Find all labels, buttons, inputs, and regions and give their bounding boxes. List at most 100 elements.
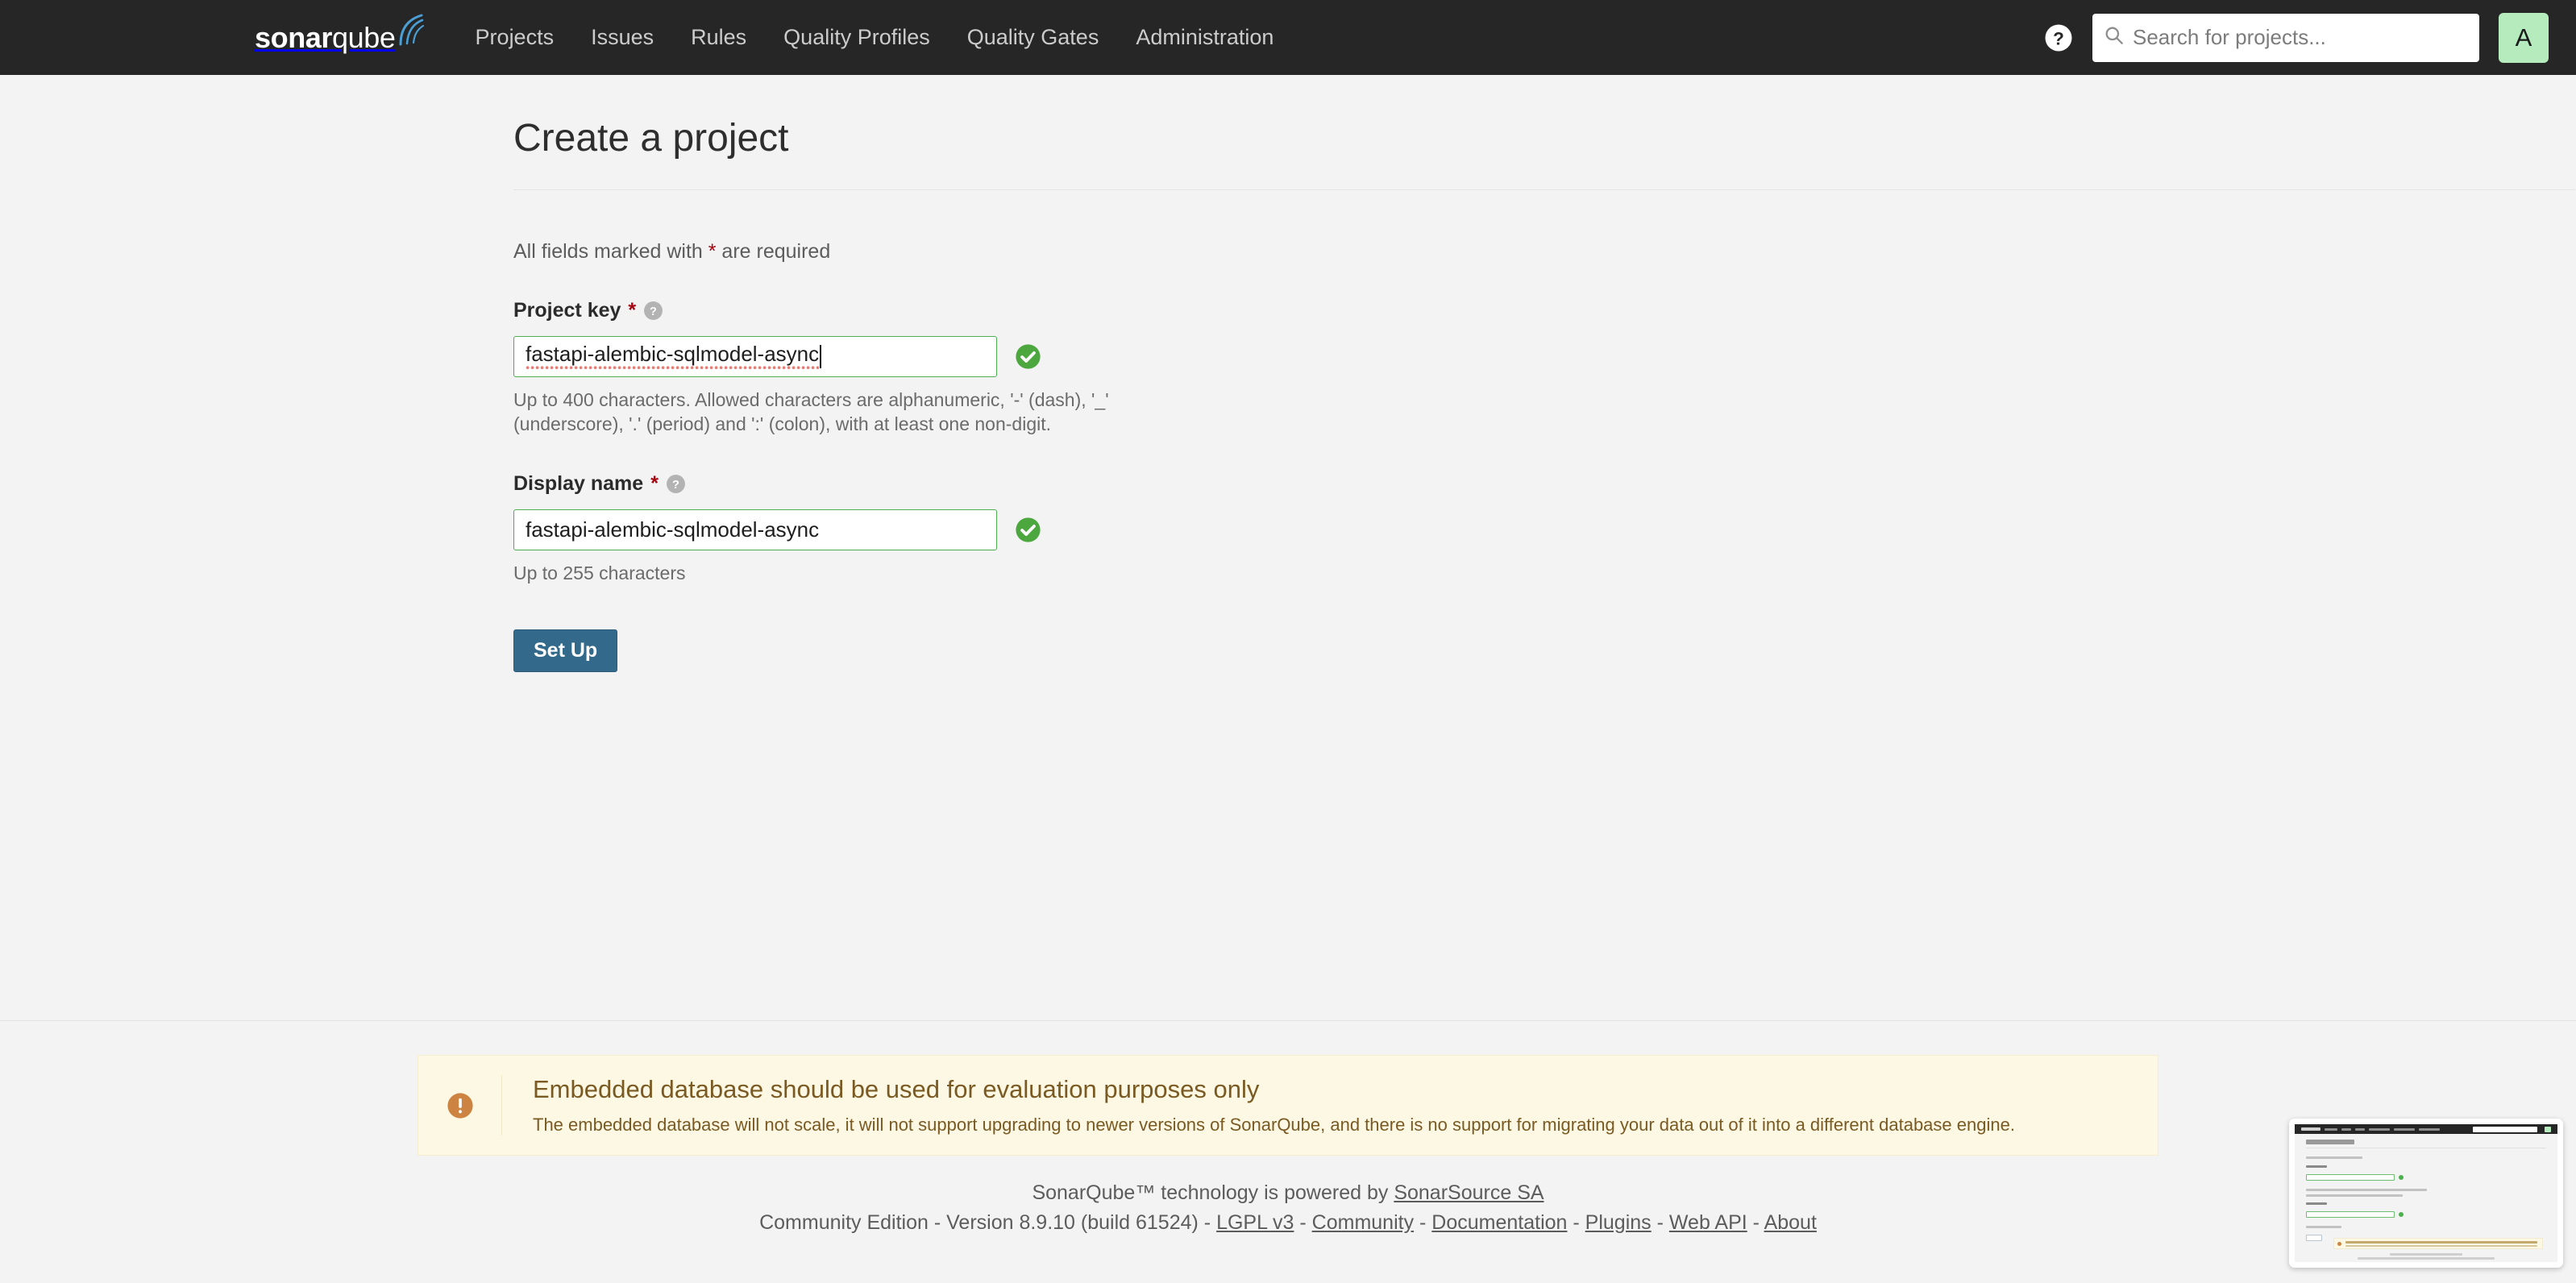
- footer-link-lgpl-v3[interactable]: LGPL v3: [1216, 1211, 1294, 1234]
- thumbnail-text-line: [2306, 1156, 2362, 1159]
- thumbnail-footer-line-2: [2295, 1257, 2557, 1260]
- thumbnail-text-line: [2306, 1189, 2427, 1191]
- thumbnail-alert: [2333, 1238, 2543, 1249]
- svg-text:?: ?: [2053, 28, 2064, 48]
- footer-link-web-api[interactable]: Web API: [1669, 1211, 1747, 1234]
- project-key-help-icon[interactable]: ?: [643, 301, 663, 321]
- project-key-value: fastapi-alembic-sqlmodel-async: [526, 342, 820, 372]
- page-body: Create a project All fields marked with …: [0, 75, 2576, 1237]
- project-key-input[interactable]: fastapi-alembic-sqlmodel-async: [513, 335, 997, 377]
- alert-body: Embedded database should be used for eva…: [502, 1075, 2015, 1136]
- footer-edition: Community Edition: [759, 1210, 929, 1234]
- thumbnail-nav-item: [2341, 1127, 2351, 1131]
- logo-arcs-icon: [397, 14, 425, 50]
- thumbnail-nav-item: [2419, 1127, 2440, 1131]
- nav-link-quality-profiles[interactable]: Quality Profiles: [765, 0, 949, 75]
- text-cursor: [820, 344, 822, 368]
- footer-sep-4: -: [1414, 1210, 1432, 1234]
- navbar-right-group: ? Search for projects... A: [2044, 12, 2549, 63]
- display-name-label-text: Display name: [513, 471, 644, 495]
- thumbnail-content: [2295, 1124, 2557, 1262]
- footer-link-community[interactable]: Community: [1312, 1211, 1414, 1234]
- nav-link-administration[interactable]: Administration: [1117, 0, 1292, 75]
- top-navbar: sonarqube Projects Issues Rules Quality …: [0, 0, 2576, 75]
- display-name-help-icon[interactable]: ?: [666, 474, 686, 494]
- thumbnail-title: [2306, 1140, 2354, 1144]
- project-key-field-group: Project key * ? fastapi-alembic-sqlmodel…: [513, 299, 2063, 437]
- display-name-input[interactable]: fastapi-alembic-sqlmodel-async: [513, 509, 997, 550]
- footer-version: Version 8.9.10 (build 61524): [946, 1210, 1199, 1234]
- thumbnail-nav-item: [2325, 1127, 2337, 1131]
- thumbnail-alert-text: [2345, 1245, 2537, 1247]
- display-name-valid-check-circle-icon: [1015, 517, 1041, 543]
- required-fields-note: All fields marked with * are required: [513, 190, 2063, 264]
- thumbnail-avatar: [2545, 1126, 2551, 1132]
- thumbnail-nav-item: [2355, 1127, 2365, 1131]
- nav-link-rules[interactable]: Rules: [672, 0, 765, 75]
- footer-link-sonarsource[interactable]: SonarSource SA: [1394, 1181, 1544, 1204]
- logo-bold-text: sonar: [255, 20, 333, 54]
- navbar-links: Projects Issues Rules Quality Profiles Q…: [457, 0, 1293, 75]
- footer-area: Embedded database should be used for eva…: [0, 1055, 2576, 1237]
- display-name-input-row: fastapi-alembic-sqlmodel-async: [513, 509, 2063, 550]
- project-key-label: Project key * ?: [513, 299, 2063, 322]
- thumbnail-button: [2306, 1235, 2322, 1241]
- footer-sep-7: -: [1747, 1210, 1764, 1234]
- thumbnail-text-line: [2306, 1194, 2403, 1197]
- thumbnail-footer-line-1: [2295, 1253, 2557, 1256]
- project-key-label-text: Project key: [513, 298, 621, 322]
- thumbnail-field-row: [2306, 1170, 2546, 1185]
- thumbnail-logo: [2301, 1127, 2320, 1131]
- display-name-required-asterisk: *: [650, 471, 659, 495]
- nav-link-issues[interactable]: Issues: [572, 0, 672, 75]
- page-preview-thumbnail[interactable]: [2289, 1119, 2563, 1268]
- project-key-helper-text: Up to 400 characters. Allowed characters…: [513, 388, 1109, 435]
- set-up-button[interactable]: Set Up: [513, 629, 618, 673]
- sonarqube-logo[interactable]: sonarqube: [255, 14, 425, 52]
- footer-link-documentation[interactable]: Documentation: [1431, 1211, 1567, 1234]
- footer-sep-2: -: [1198, 1210, 1217, 1234]
- footer-sep-1: -: [928, 1210, 947, 1234]
- thumbnail-alert-title: [2345, 1241, 2537, 1244]
- footer-links: SonarQube™ technology is powered by Sona…: [0, 1156, 2576, 1237]
- svg-text:?: ?: [650, 305, 657, 318]
- footer-link-about[interactable]: About: [1764, 1211, 1817, 1234]
- project-key-required-asterisk: *: [628, 298, 637, 322]
- footer-link-plugins[interactable]: Plugins: [1585, 1211, 1652, 1234]
- nav-link-quality-gates[interactable]: Quality Gates: [949, 0, 1118, 75]
- logo-wordmark: sonarqube: [255, 23, 396, 52]
- required-note-prefix: All fields marked with: [513, 239, 708, 263]
- search-icon: [2104, 25, 2125, 50]
- thumbnail-nav-item: [2369, 1127, 2390, 1131]
- thumbnail-footer-bar: [2390, 1253, 2462, 1256]
- thumbnail-field-row: [2306, 1207, 2546, 1222]
- display-name-field-group: Display name * ? fastapi-alembic-sqlmode…: [513, 472, 2063, 586]
- alert-icon-cell: [418, 1075, 502, 1136]
- thumbnail-check-icon: [2399, 1174, 2404, 1180]
- search-placeholder: Search for projects...: [2133, 25, 2326, 49]
- thumbnail-warning-icon: [2337, 1242, 2341, 1246]
- footer-powered-prefix: SonarQube™ technology is powered by: [1032, 1181, 1394, 1205]
- search-input[interactable]: Search for projects...: [2092, 13, 2479, 62]
- alert-description: The embedded database will not scale, it…: [533, 1115, 2015, 1136]
- help-circle-icon[interactable]: ?: [2044, 23, 2073, 52]
- embedded-database-warning-alert: Embedded database should be used for eva…: [418, 1055, 2158, 1156]
- nav-link-projects[interactable]: Projects: [457, 0, 573, 75]
- display-name-label: Display name * ?: [513, 472, 2063, 496]
- avatar-initial: A: [2515, 23, 2532, 52]
- thumbnail-check-icon: [2399, 1211, 2404, 1217]
- footer-meta-line: Community Edition - Version 8.9.10 (buil…: [0, 1208, 2576, 1237]
- page-content: Create a project All fields marked with …: [256, 75, 2575, 673]
- navbar-left-group: sonarqube Projects Issues Rules Quality …: [0, 0, 1292, 75]
- avatar[interactable]: A: [2499, 12, 2549, 63]
- warning-circle-icon: [447, 1092, 474, 1119]
- thumbnail-body: [2295, 1134, 2557, 1241]
- display-name-value: fastapi-alembic-sqlmodel-async: [526, 517, 820, 542]
- thumbnail-search: [2473, 1126, 2537, 1132]
- footer-powered-line: SonarQube™ technology is powered by Sona…: [0, 1178, 2576, 1207]
- thumbnail-input: [2306, 1173, 2395, 1181]
- page-title: Create a project: [513, 117, 789, 160]
- thumbnail-field-label: [2306, 1165, 2327, 1168]
- thumbnail-text-line: [2306, 1226, 2341, 1228]
- svg-text:?: ?: [672, 479, 679, 492]
